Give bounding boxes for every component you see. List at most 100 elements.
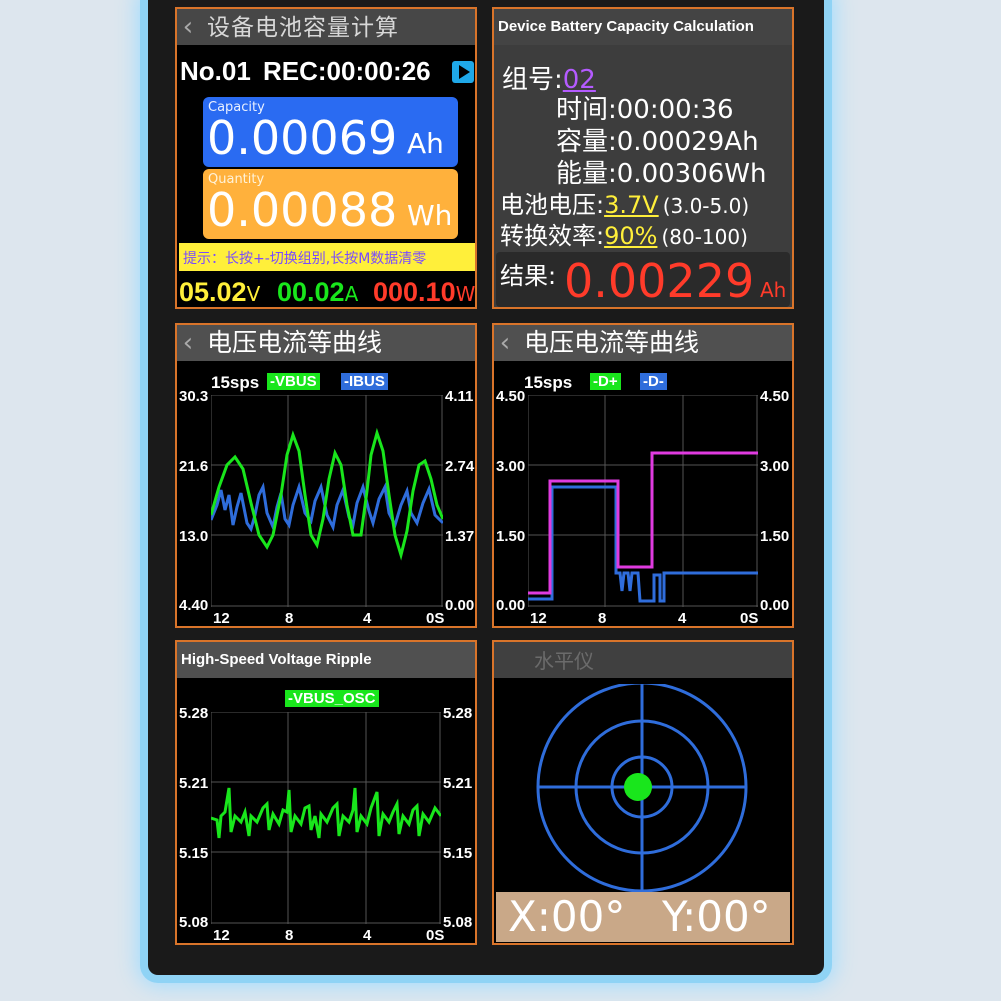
dplus-dminus-chart-panel: ‹ 电压电流等曲线 15sps -D+ -D- 4.50 3.00 1.50 0… — [492, 323, 794, 628]
x-tick: 8 — [285, 610, 294, 627]
y-right-tick: 0.00 — [445, 597, 475, 614]
battery-voltage-value[interactable]: 3.7V — [604, 191, 659, 219]
y-left-tick: 21.6 — [179, 458, 209, 475]
y-right-tick: 2.74 — [445, 458, 475, 475]
result-value: 0.00229 — [564, 254, 755, 308]
capacity-value: 0.00069 — [207, 111, 398, 165]
y-left-tick: 4.40 — [179, 597, 209, 614]
y-left-tick: 5.15 — [179, 845, 209, 862]
meter-device: ‹ 设备电池容量计算 No.01 REC:00:00:26 Capacity 0… — [148, 0, 824, 975]
panel-header: ‹ 电压电流等曲线 — [494, 325, 792, 361]
panel-title: 设备电池容量计算 — [206, 15, 399, 41]
legend-dplus: -D+ — [590, 373, 621, 390]
battery-voltage-row: 电池电压:3.7V (3.0-5.0) — [500, 185, 749, 220]
x-readout: X:00° — [508, 892, 626, 941]
panel-title: Device Battery Capacity Calculation — [498, 18, 754, 35]
tip-text: 提示：长按+-切换组别,长按M数据清零 — [183, 251, 427, 267]
x-tick: 4 — [363, 610, 372, 627]
x-tick: 12 — [213, 610, 230, 627]
record-group: No.01 — [180, 56, 251, 86]
sample-rate: 15sps — [524, 373, 573, 392]
battery-voltage-range: (3.0-5.0) — [662, 194, 750, 218]
back-chevron-icon[interactable]: ‹ — [494, 325, 516, 361]
y-left-tick: 13.0 — [179, 528, 209, 545]
efficiency-range: (80-100) — [661, 225, 748, 249]
y-left-tick: 5.21 — [179, 775, 209, 792]
panel-header: ‹ 电压电流等曲线 — [177, 325, 475, 361]
battery-voltage-label: 电池电压: — [500, 191, 605, 219]
back-chevron-icon[interactable]: ‹ — [177, 9, 199, 45]
xy-readout-bar: X:00° Y:00° — [496, 892, 790, 942]
capacity-panel: ‹ 设备电池容量计算 No.01 REC:00:00:26 Capacity 0… — [175, 7, 477, 309]
tip-bar: 提示：长按+-切换组别,长按M数据清零 — [179, 243, 475, 271]
y-right-tick: 5.28 — [443, 705, 473, 722]
x-tick: 12 — [213, 927, 230, 944]
y-left-tick: 5.08 — [179, 914, 209, 931]
back-chevron-icon[interactable]: ‹ — [177, 325, 199, 361]
level-panel: 水平仪 X:00° Y:00° — [492, 640, 794, 945]
quantity-value: 0.00088 — [207, 183, 398, 237]
dminus-trace — [528, 485, 758, 603]
panel-header: ‹ 设备电池容量计算 — [177, 9, 475, 45]
ripple-plot — [211, 712, 441, 924]
level-bubble — [624, 773, 652, 801]
sample-rate: 15sps — [211, 373, 260, 392]
panel-header: 水平仪 — [494, 642, 792, 678]
efficiency-label: 转换效率: — [500, 222, 605, 250]
y-right-tick: 4.11 — [445, 388, 474, 405]
y-right-tick: 3.00 — [760, 458, 790, 475]
voltage-readout: 05.02V — [179, 277, 261, 307]
legend-vbus: -VBUS — [267, 373, 320, 390]
capacity-box: Capacity 0.00069 Ah — [203, 97, 458, 167]
bubble-level — [536, 684, 748, 893]
vbus-ibus-plot — [211, 395, 443, 607]
efficiency-row: 转换效率:90% (80-100) — [500, 216, 748, 251]
result-label: 结果: — [500, 262, 557, 290]
capacity-unit: Ah — [407, 127, 444, 160]
x-tick: 0S — [740, 610, 759, 627]
power-readout: 000.10W — [373, 277, 475, 307]
y-left-tick: 1.50 — [496, 528, 526, 545]
x-tick: 4 — [678, 610, 687, 627]
legend-ibus: -IBUS — [341, 373, 388, 390]
panel-title: 电压电流等曲线 — [523, 328, 699, 357]
battery-calc-panel: Device Battery Capacity Calculation 组号: 0… — [492, 7, 794, 309]
y-right-tick: 5.15 — [443, 845, 473, 862]
panel-title: 水平仪 — [534, 649, 594, 673]
vbus-ibus-chart-panel: ‹ 电压电流等曲线 15sps -VBUS -IBUS 30.3 21.6 13… — [175, 323, 477, 628]
x-tick: 12 — [530, 610, 547, 627]
play-icon[interactable] — [452, 61, 474, 83]
power-value: 000.10 — [373, 277, 456, 307]
quantity-unit: Wh — [407, 199, 453, 232]
y-left-tick: 30.3 — [179, 388, 209, 405]
legend-vbus-osc: -VBUS_OSC — [285, 690, 379, 707]
y-right-tick: 5.08 — [443, 914, 473, 931]
dplus-dminus-plot — [528, 395, 758, 607]
y-left-tick: 3.00 — [496, 458, 526, 475]
current-readout: 00.02A — [277, 277, 358, 307]
panel-header: High-Speed Voltage Ripple — [177, 642, 475, 678]
x-tick: 4 — [363, 927, 372, 944]
panel-title: High-Speed Voltage Ripple — [181, 651, 372, 668]
x-tick: 0S — [426, 610, 445, 627]
result-box: 结果: 0.00229 Ah — [496, 252, 790, 307]
record-timer: REC:00:00:26 — [263, 56, 431, 86]
y-readout: Y:00° — [662, 892, 771, 941]
y-left-tick: 5.28 — [179, 705, 209, 722]
current-value: 00.02 — [277, 277, 345, 307]
y-right-tick: 5.21 — [443, 775, 473, 792]
y-right-tick: 1.50 — [760, 528, 790, 545]
efficiency-value[interactable]: 90% — [604, 222, 657, 250]
y-right-tick: 0.00 — [760, 597, 790, 614]
x-tick: 8 — [598, 610, 607, 627]
x-tick: 8 — [285, 927, 294, 944]
y-right-tick: 1.37 — [445, 528, 475, 545]
y-left-tick: 4.50 — [496, 388, 526, 405]
group-label: 组号: — [502, 65, 563, 95]
ripple-chart-panel: High-Speed Voltage Ripple -VBUS_OSC 5.28… — [175, 640, 477, 945]
x-tick: 0S — [426, 927, 445, 944]
y-left-tick: 0.00 — [496, 597, 526, 614]
panel-header: Device Battery Capacity Calculation — [494, 9, 792, 45]
result-unit: Ah — [760, 278, 787, 302]
voltage-unit: V — [246, 282, 261, 306]
